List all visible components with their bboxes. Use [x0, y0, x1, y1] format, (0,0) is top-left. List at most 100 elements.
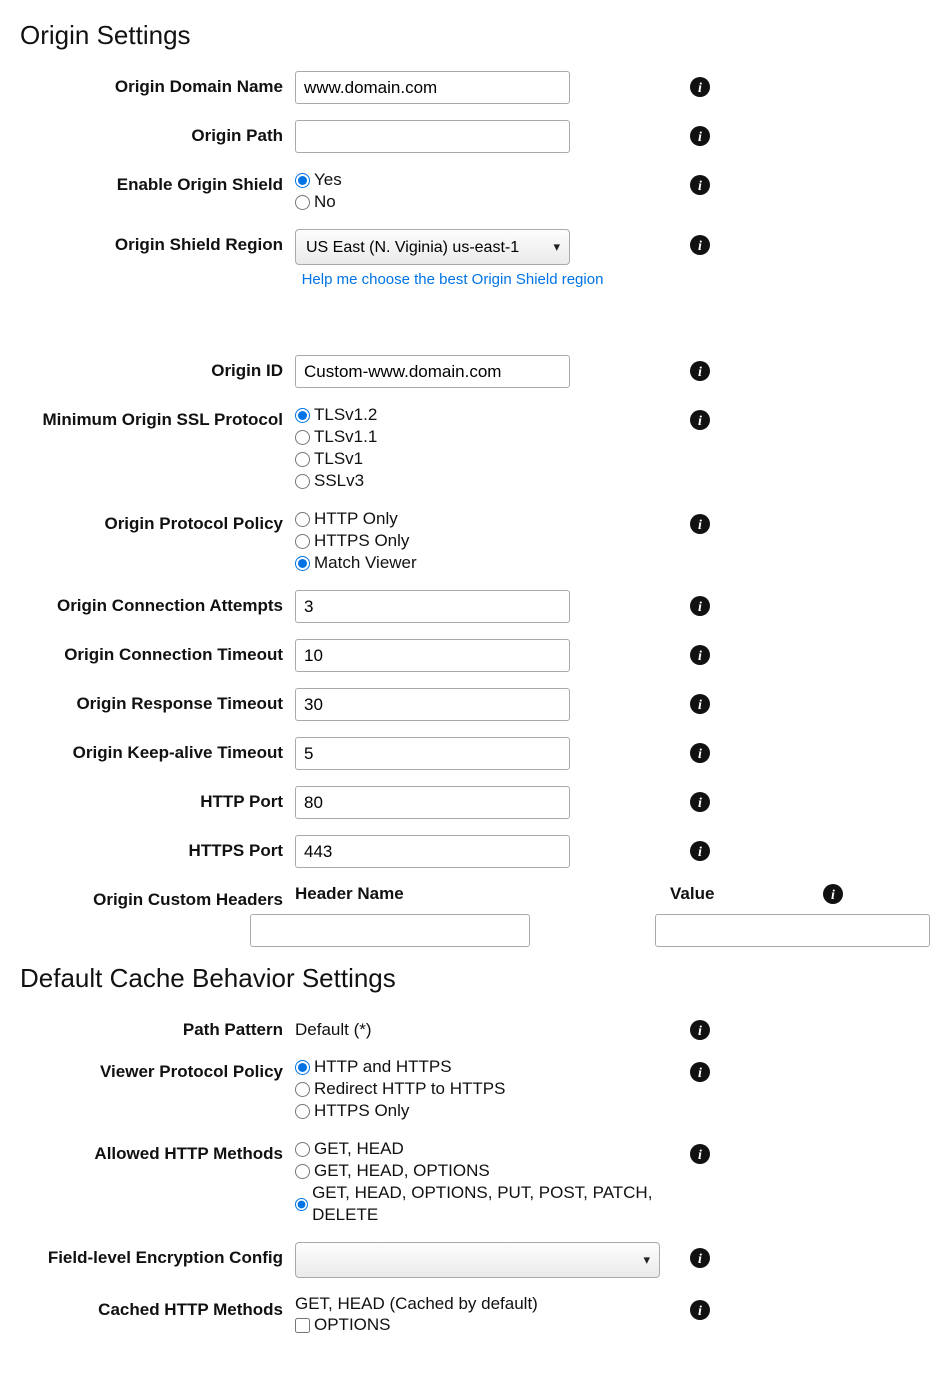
input-origin-path[interactable]: [295, 120, 570, 153]
svg-text:i: i: [698, 81, 702, 96]
label-origin-shield-region: Origin Shield Region: [20, 229, 295, 255]
svg-text:i: i: [698, 1304, 702, 1319]
info-icon[interactable]: i: [690, 361, 710, 381]
info-icon[interactable]: i: [690, 645, 710, 665]
radio-ssl-tls12[interactable]: [295, 408, 310, 423]
radio-label: HTTPS Only: [314, 1100, 409, 1122]
label-min-ssl: Minimum Origin SSL Protocol: [20, 404, 295, 430]
label-enable-origin-shield: Enable Origin Shield: [20, 169, 295, 195]
link-help-shield-region[interactable]: Help me choose the best Origin Shield re…: [302, 271, 604, 288]
label-origin-path: Origin Path: [20, 120, 295, 146]
radio-label: HTTPS Only: [314, 530, 409, 552]
radio-ssl-ssl3[interactable]: [295, 474, 310, 489]
svg-text:i: i: [698, 600, 702, 615]
value-path-pattern: Default (*): [295, 1014, 670, 1040]
info-icon[interactable]: i: [690, 596, 710, 616]
section-title-origin: Origin Settings: [20, 20, 930, 51]
radio-ssl-tls11[interactable]: [295, 430, 310, 445]
input-origin-domain-name[interactable]: [295, 71, 570, 104]
svg-text:i: i: [698, 1252, 702, 1267]
input-conn-timeout[interactable]: [295, 639, 570, 672]
radio-label: GET, HEAD, OPTIONS: [314, 1160, 490, 1182]
radio-methods-gh[interactable]: [295, 1142, 310, 1157]
input-header-value[interactable]: [655, 914, 930, 947]
radio-methods-all[interactable]: [295, 1197, 308, 1212]
radio-viewer-redirect[interactable]: [295, 1082, 310, 1097]
label-conn-timeout: Origin Connection Timeout: [20, 639, 295, 665]
select-fle-config[interactable]: [295, 1242, 660, 1278]
input-http-port[interactable]: [295, 786, 570, 819]
label-header-name: Header Name: [295, 884, 404, 903]
input-conn-attempts[interactable]: [295, 590, 570, 623]
label-origin-protocol-policy: Origin Protocol Policy: [20, 508, 295, 534]
radio-protocol-https[interactable]: [295, 534, 310, 549]
info-icon[interactable]: i: [690, 1020, 710, 1040]
radio-label: HTTP Only: [314, 508, 398, 530]
label-resp-timeout: Origin Response Timeout: [20, 688, 295, 714]
label-conn-attempts: Origin Connection Attempts: [20, 590, 295, 616]
checkbox-cached-options[interactable]: [295, 1318, 310, 1333]
svg-text:i: i: [698, 698, 702, 713]
info-icon[interactable]: i: [690, 841, 710, 861]
input-header-name[interactable]: [250, 914, 530, 947]
radio-label: TLSv1.2: [314, 404, 377, 426]
label-http-port: HTTP Port: [20, 786, 295, 812]
radio-label: HTTP and HTTPS: [314, 1056, 452, 1078]
svg-text:i: i: [698, 239, 702, 254]
radio-origin-shield-yes[interactable]: [295, 173, 310, 188]
section-title-cache: Default Cache Behavior Settings: [20, 963, 930, 994]
label-fle-config: Field-level Encryption Config: [20, 1242, 295, 1268]
svg-text:i: i: [698, 518, 702, 533]
radio-label: Redirect HTTP to HTTPS: [314, 1078, 505, 1100]
input-origin-id[interactable]: [295, 355, 570, 388]
info-icon[interactable]: i: [690, 514, 710, 534]
checkbox-label: OPTIONS: [314, 1314, 391, 1336]
svg-text:i: i: [698, 414, 702, 429]
label-keepalive: Origin Keep-alive Timeout: [20, 737, 295, 763]
svg-text:i: i: [698, 845, 702, 860]
svg-text:i: i: [698, 1066, 702, 1081]
info-icon[interactable]: i: [690, 77, 710, 97]
radio-viewer-both[interactable]: [295, 1060, 310, 1075]
info-icon[interactable]: i: [690, 126, 710, 146]
input-resp-timeout[interactable]: [295, 688, 570, 721]
value-cached-default: GET, HEAD (Cached by default): [295, 1294, 670, 1314]
info-icon[interactable]: i: [690, 1248, 710, 1268]
info-icon[interactable]: i: [690, 694, 710, 714]
info-icon[interactable]: i: [690, 410, 710, 430]
svg-text:i: i: [698, 365, 702, 380]
input-https-port[interactable]: [295, 835, 570, 868]
radio-origin-shield-no[interactable]: [295, 195, 310, 210]
info-icon[interactable]: i: [690, 235, 710, 255]
radio-label: GET, HEAD: [314, 1138, 404, 1160]
radio-label: TLSv1: [314, 448, 363, 470]
radio-ssl-tls1[interactable]: [295, 452, 310, 467]
label-allowed-methods: Allowed HTTP Methods: [20, 1138, 295, 1164]
radio-protocol-match[interactable]: [295, 556, 310, 571]
svg-text:i: i: [698, 1148, 702, 1163]
info-icon[interactable]: i: [823, 884, 843, 904]
radio-viewer-https[interactable]: [295, 1104, 310, 1119]
radio-label: No: [314, 191, 336, 213]
radio-label: Match Viewer: [314, 552, 417, 574]
info-icon[interactable]: i: [690, 743, 710, 763]
radio-methods-gho[interactable]: [295, 1164, 310, 1179]
info-icon[interactable]: i: [690, 175, 710, 195]
select-origin-shield-region[interactable]: US East (N. Viginia) us-east-1: [295, 229, 570, 265]
radio-label: TLSv1.1: [314, 426, 377, 448]
input-keepalive[interactable]: [295, 737, 570, 770]
info-icon[interactable]: i: [690, 1062, 710, 1082]
info-icon[interactable]: i: [690, 792, 710, 812]
label-viewer-protocol: Viewer Protocol Policy: [20, 1056, 295, 1082]
label-path-pattern: Path Pattern: [20, 1014, 295, 1040]
svg-text:i: i: [698, 649, 702, 664]
label-header-value: Value: [670, 884, 714, 904]
radio-label: GET, HEAD, OPTIONS, PUT, POST, PATCH, DE…: [312, 1182, 670, 1226]
svg-text:i: i: [698, 179, 702, 194]
radio-protocol-http[interactable]: [295, 512, 310, 527]
svg-text:i: i: [698, 130, 702, 145]
info-icon[interactable]: i: [690, 1300, 710, 1320]
svg-text:i: i: [831, 888, 835, 903]
info-icon[interactable]: i: [690, 1144, 710, 1164]
label-origin-domain-name: Origin Domain Name: [20, 71, 295, 97]
